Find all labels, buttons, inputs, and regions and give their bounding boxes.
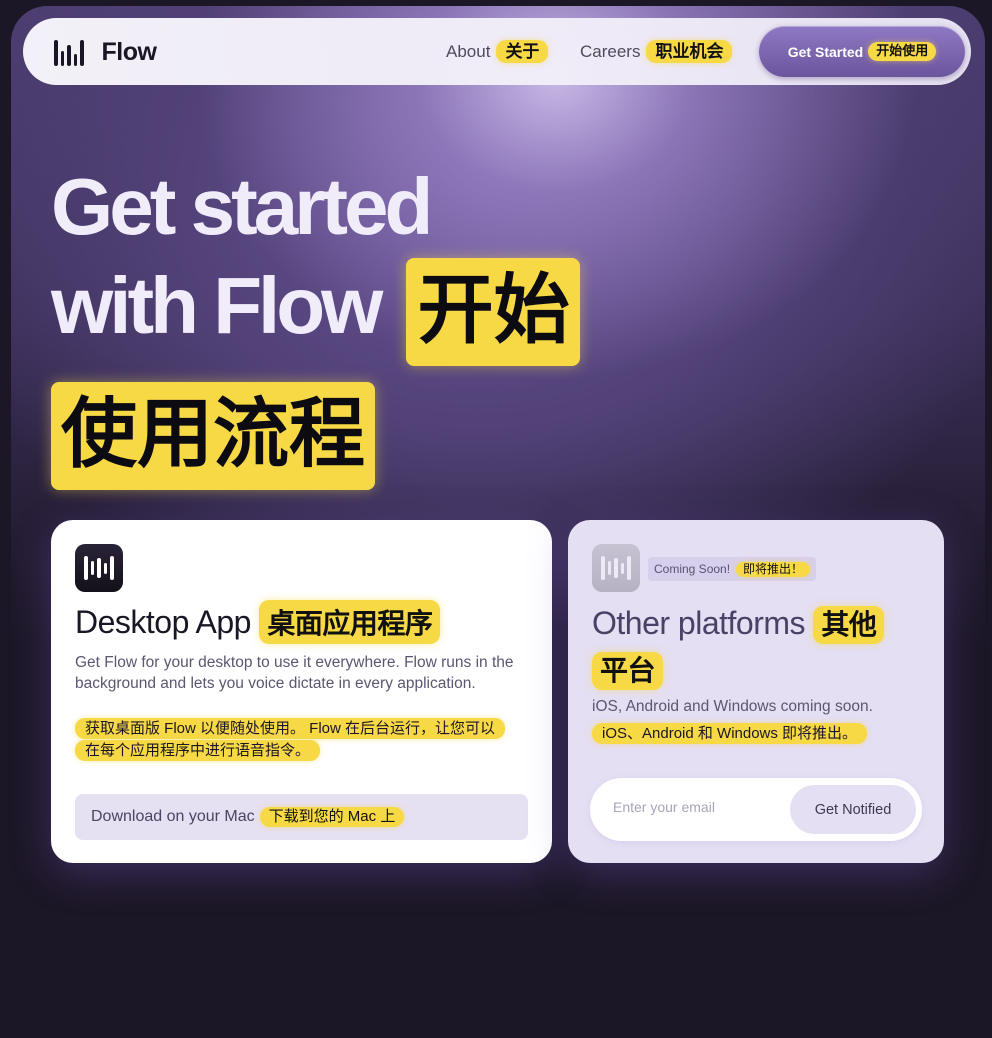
other-platforms-icon [592, 544, 640, 592]
other-platforms-description: iOS, Android and Windows coming soon. [592, 698, 873, 715]
hero-zh-part-1: 开始 [405, 258, 580, 366]
other-platforms-title: Other platforms 其他 平台 [592, 600, 932, 692]
nav-link-careers-zh: 职业机会 [646, 40, 733, 64]
desktop-app-card: Desktop App 桌面应用程序 Get Flow for your des… [51, 520, 552, 863]
hero-line-2-text: with Flow [51, 261, 383, 351]
email-input[interactable] [613, 799, 783, 815]
get-notified-button[interactable]: Get Notified [790, 785, 916, 834]
desktop-app-title-zh: 桌面应用程序 [259, 600, 441, 644]
desktop-app-title-text: Desktop App [75, 604, 251, 640]
notify-form: Get Notified [593, 781, 919, 838]
get-started-label: Get Started [787, 43, 864, 60]
nav-link-about[interactable]: About 关于 [446, 40, 549, 64]
get-started-zh: 开始使用 [868, 42, 937, 61]
download-mac-button[interactable]: Download on your Mac 下载到您的 Mac 上 [75, 794, 528, 840]
top-navbar: Flow About 关于 Careers 职业机会 Get Started 开… [23, 18, 971, 85]
hero-line-1-text: Get started [51, 162, 433, 251]
hero-line-3: 使用流程 [51, 382, 580, 490]
hero-line-1: Get started [51, 162, 580, 252]
desktop-app-icon [75, 544, 123, 592]
desktop-app-description-zh-2: 在每个应用程序中进行语音指令。 [75, 740, 321, 761]
coming-soon-badge-zh: 即将推出！ [736, 561, 811, 577]
hero-heading: Get started with Flow 开始 使用流程 [51, 162, 580, 490]
hero-line-2: with Flow 开始 [51, 258, 580, 366]
brand-name: Flow [101, 38, 157, 66]
nav-link-about-label: About [446, 41, 491, 61]
nav-link-careers-label: Careers [580, 41, 641, 61]
coming-soon-badge-label: Coming Soon! [654, 562, 731, 576]
other-platforms-title-text: Other platforms [592, 605, 806, 641]
desktop-app-description: Get Flow for your desktop to use it ever… [75, 654, 514, 692]
nav-link-about-zh: 关于 [496, 40, 549, 64]
desktop-app-description-zh-1: 获取桌面版 Flow 以便随处使用。 Flow 在后台运行，让您可以 [75, 718, 506, 739]
other-platforms-description-zh-wrap: iOS、Android 和 Windows 即将推出。 [592, 723, 868, 745]
download-mac-label: Download on your Mac [91, 808, 255, 825]
get-started-button[interactable]: Get Started 开始使用 [759, 26, 965, 77]
brand-logo[interactable]: Flow [54, 38, 157, 67]
other-platforms-card: Coming Soon! 即将推出！ Other platforms 其他 平台… [568, 520, 944, 863]
other-platforms-title-zh-1: 其他 [813, 606, 885, 644]
nav-link-careers[interactable]: Careers 职业机会 [580, 40, 733, 64]
other-platforms-description-zh: iOS、Android 和 Windows 即将推出。 [592, 723, 868, 744]
flow-logo-icon [54, 39, 84, 66]
download-mac-zh: 下载到您的 Mac 上 [259, 806, 405, 828]
coming-soon-badge: Coming Soon! 即将推出！ [648, 557, 817, 581]
desktop-app-title: Desktop App 桌面应用程序 [75, 600, 441, 644]
hero-zh-part-2: 使用流程 [51, 382, 375, 490]
other-platforms-title-zh-2: 平台 [592, 652, 664, 690]
desktop-app-description-zh: 获取桌面版 Flow 以便随处使用。 Flow 在后台运行，让您可以 在每个应用… [75, 718, 545, 762]
